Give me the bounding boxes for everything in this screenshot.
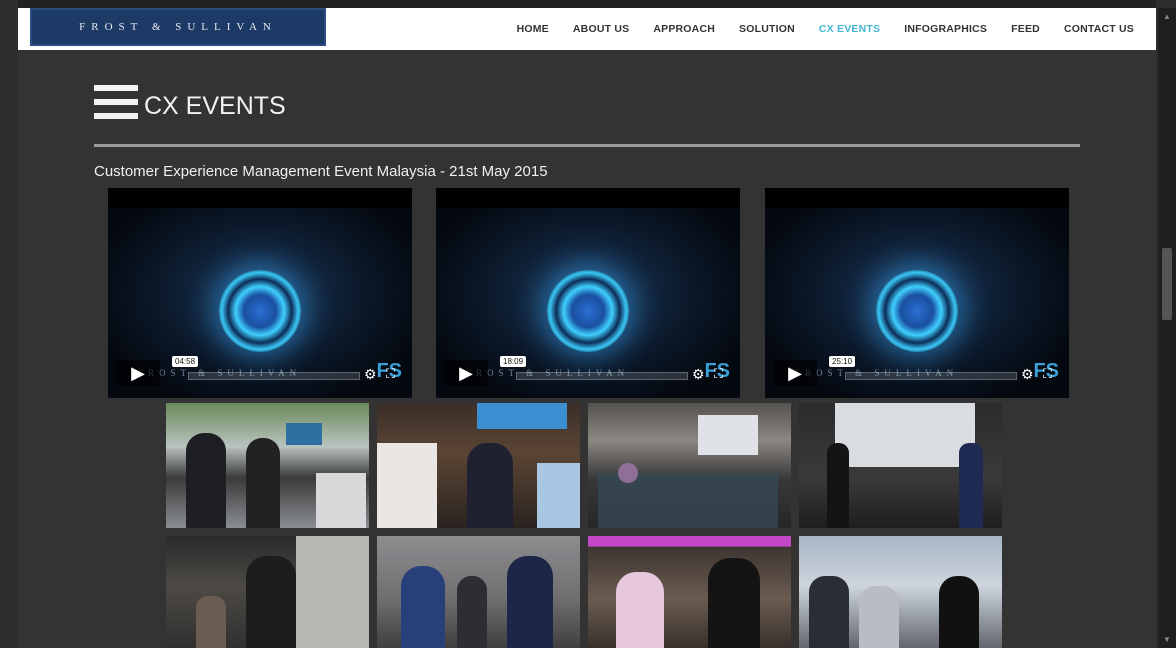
- scroll-thumb[interactable]: [1162, 248, 1172, 320]
- event-photo[interactable]: [166, 403, 369, 528]
- nav-home[interactable]: HOME: [505, 23, 561, 35]
- video-duration: 25:10: [829, 356, 856, 367]
- frost-sullivan-logo[interactable]: FROST & SULLIVAN: [30, 8, 326, 46]
- page-title: CX EVENTS: [144, 92, 286, 120]
- nav-approach[interactable]: APPROACH: [641, 23, 727, 35]
- event-photo[interactable]: [588, 536, 791, 648]
- video-duration: 18:09: [500, 356, 527, 367]
- progress-bar[interactable]: [845, 372, 1017, 380]
- divider: [94, 144, 1080, 147]
- video-player-2[interactable]: FROST & SULLIVAN FS ▶ 18:09 ⚙ ⛶: [436, 188, 740, 398]
- progress-bar[interactable]: [516, 372, 688, 380]
- top-navigation-bar: FROST & SULLIVAN HOME ABOUT US APPROACH …: [18, 0, 1156, 50]
- play-icon[interactable]: ▶: [116, 360, 160, 386]
- orb-graphic: [547, 270, 629, 352]
- nav-infographics[interactable]: INFOGRAPHICS: [892, 23, 999, 35]
- video-duration: 04:58: [172, 356, 199, 367]
- scrollbar[interactable]: ▲ ▼: [1158, 8, 1176, 648]
- event-photo[interactable]: [377, 403, 580, 528]
- scroll-up-icon[interactable]: ▲: [1163, 12, 1171, 21]
- section-heading: CX EVENTS: [94, 84, 286, 121]
- fullscreen-icon[interactable]: ⛶: [1043, 366, 1052, 382]
- video-controls: ▶ 25:10 ⚙ ⛶: [773, 356, 1063, 388]
- nav-feed[interactable]: FEED: [999, 23, 1052, 35]
- event-title: Customer Experience Management Event Mal…: [94, 163, 548, 180]
- progress-bar[interactable]: [188, 372, 360, 380]
- event-photo[interactable]: [377, 536, 580, 648]
- event-photo[interactable]: [588, 403, 791, 528]
- play-icon[interactable]: ▶: [773, 360, 817, 386]
- orb-graphic: [219, 270, 301, 352]
- fullscreen-icon[interactable]: ⛶: [386, 366, 395, 382]
- scroll-down-icon[interactable]: ▼: [1163, 635, 1171, 644]
- play-icon[interactable]: ▶: [444, 360, 488, 386]
- gear-icon[interactable]: ⚙: [692, 366, 705, 383]
- event-photo[interactable]: [799, 536, 1002, 648]
- video-player-3[interactable]: FROST & SULLIVAN FS ▶ 25:10 ⚙ ⛶: [765, 188, 1069, 398]
- video-controls: ▶ 04:58 ⚙ ⛶: [116, 356, 406, 388]
- video-player-1[interactable]: FROST & SULLIVAN FS ▶ 04:58 ⚙ ⛶: [108, 188, 412, 398]
- nav-contact-us[interactable]: CONTACT US: [1052, 23, 1146, 35]
- event-photo[interactable]: [799, 403, 1002, 528]
- video-controls: ▶ 18:09 ⚙ ⛶: [444, 356, 734, 388]
- gear-icon[interactable]: ⚙: [364, 366, 377, 383]
- event-photo[interactable]: [166, 536, 369, 648]
- orb-graphic: [876, 270, 958, 352]
- nav-about-us[interactable]: ABOUT US: [561, 23, 641, 35]
- hamburger-icon: [94, 84, 138, 121]
- logo-text: FROST & SULLIVAN: [79, 21, 277, 33]
- nav-cx-events[interactable]: CX EVENTS: [807, 23, 892, 35]
- fullscreen-icon[interactable]: ⛶: [714, 366, 723, 382]
- photo-gallery: [166, 403, 1002, 648]
- page: FROST & SULLIVAN HOME ABOUT US APPROACH …: [18, 0, 1156, 648]
- main-nav: HOME ABOUT US APPROACH SOLUTION CX EVENT…: [505, 8, 1146, 50]
- gear-icon[interactable]: ⚙: [1021, 366, 1034, 383]
- nav-solution[interactable]: SOLUTION: [727, 23, 807, 35]
